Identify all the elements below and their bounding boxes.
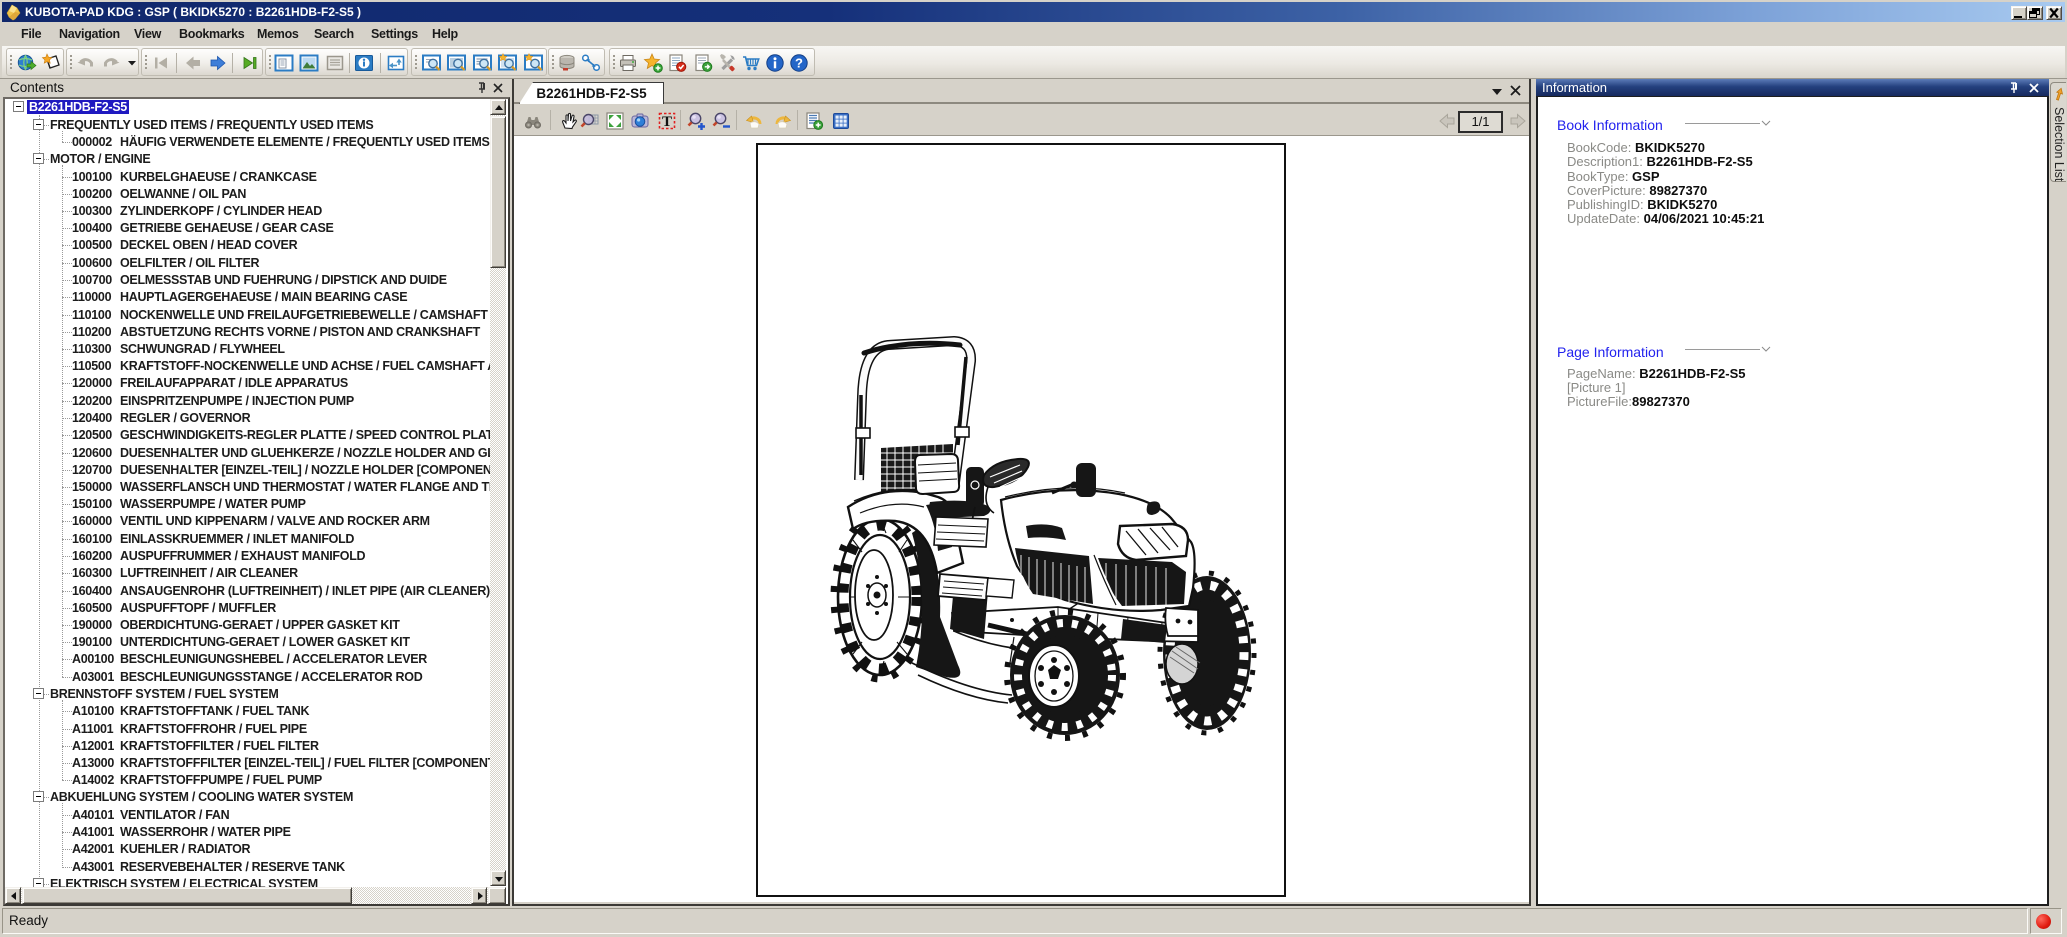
svg-text:T: T — [662, 114, 672, 130]
svg-text:?: ? — [795, 56, 803, 71]
